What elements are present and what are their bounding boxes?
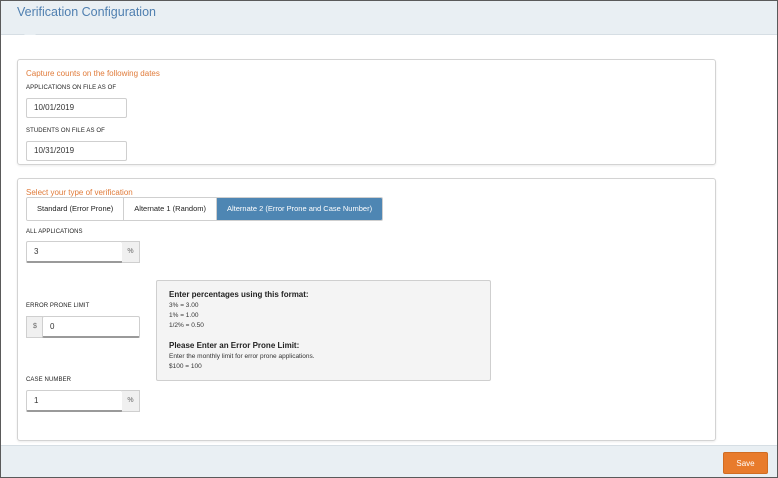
- percent-format-heading: Enter percentages using this format:: [169, 290, 309, 299]
- main-content: Capture counts on the following dates AP…: [1, 35, 777, 445]
- tab-alternate-2[interactable]: Alternate 2 (Error Prone and Case Number…: [217, 198, 383, 220]
- page-footer: Save: [1, 445, 777, 477]
- applications-date-input[interactable]: 10/01/2019: [26, 98, 127, 118]
- error-prone-label: ERROR PRONE LIMIT: [26, 303, 90, 309]
- all-applications-input[interactable]: 3: [26, 241, 123, 263]
- applications-date-label: APPLICATIONS ON FILE AS OF: [26, 85, 117, 91]
- tab-alternate-1[interactable]: Alternate 1 (Random): [124, 198, 217, 220]
- error-limit-description: Enter the monthly limit for error prone …: [169, 353, 315, 360]
- capture-dates-card: Capture counts on the following dates AP…: [17, 59, 716, 165]
- page-title: Verification Configuration: [17, 5, 156, 19]
- verification-type-card: Select your type of verification Standar…: [17, 178, 716, 441]
- save-button[interactable]: Save: [723, 452, 768, 474]
- error-limit-example: $100 = 100: [169, 363, 202, 370]
- percent-addon-case: %: [122, 390, 140, 412]
- case-number-label: CASE NUMBER: [26, 377, 72, 383]
- format-example: 1% = 1.00: [169, 312, 199, 319]
- students-date-label: STUDENTS ON FILE AS OF: [26, 128, 105, 134]
- page-header: Verification Configuration: [1, 1, 777, 35]
- app-window: Verification Configuration Capture count…: [0, 0, 778, 478]
- verification-tabs: Standard (Error Prone) Alternate 1 (Rand…: [26, 197, 384, 221]
- format-info-box: Enter percentages using this format: 3% …: [156, 280, 491, 381]
- all-applications-label: ALL APPLICATIONS: [26, 229, 83, 235]
- error-prone-input[interactable]: 0: [42, 316, 140, 338]
- capture-title: Capture counts on the following dates: [26, 69, 160, 78]
- format-example: 3% = 3.00: [169, 302, 199, 309]
- percent-addon: %: [122, 241, 140, 263]
- dollar-addon: $: [26, 316, 43, 338]
- case-number-input[interactable]: 1: [26, 390, 123, 412]
- students-date-input[interactable]: 10/31/2019: [26, 141, 127, 161]
- verification-title: Select your type of verification: [26, 188, 133, 197]
- error-limit-heading: Please Enter an Error Prone Limit:: [169, 341, 300, 350]
- format-example: 1/2% = 0.50: [169, 322, 204, 329]
- tab-standard[interactable]: Standard (Error Prone): [27, 198, 125, 220]
